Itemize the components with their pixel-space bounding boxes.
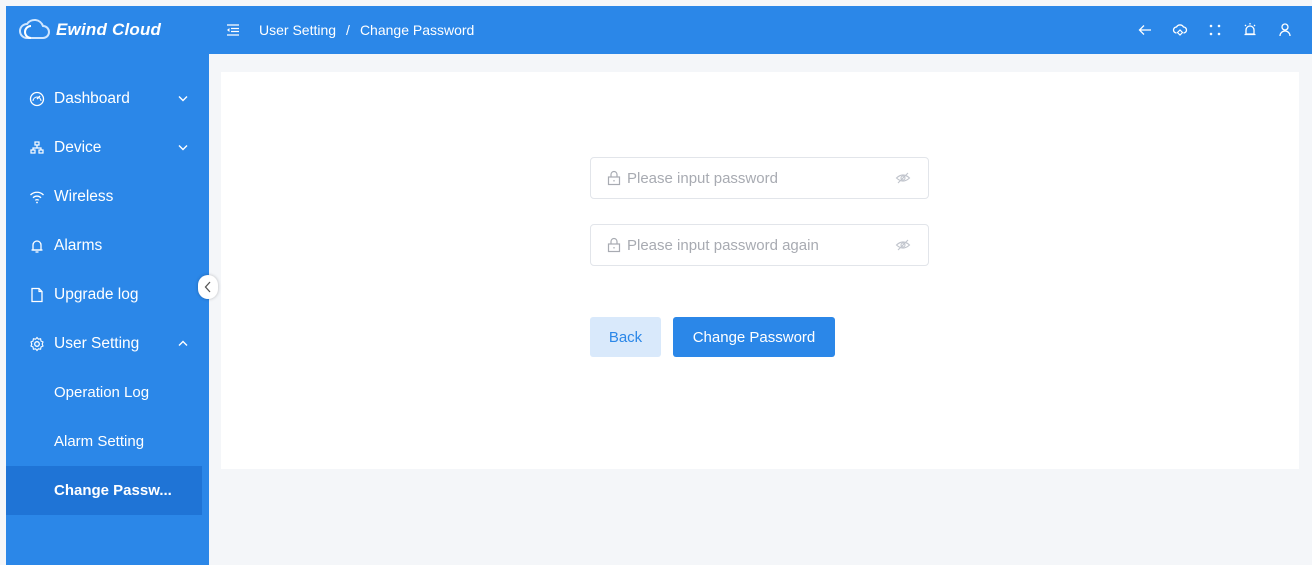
eye-hidden-icon[interactable] [895, 237, 911, 253]
password-again-input[interactable] [627, 236, 895, 254]
sidebar-item-upgrade-log[interactable]: Upgrade log [6, 270, 209, 319]
sidebar-item-label: Dashboard [54, 89, 130, 107]
chevron-down-icon [178, 142, 188, 153]
sidebar-item-device[interactable]: Device [6, 123, 209, 172]
back-arrow-icon[interactable] [1136, 21, 1154, 39]
password-input[interactable] [627, 169, 895, 187]
sidebar-item-wireless[interactable]: Wireless [6, 172, 209, 221]
sidebar-collapse-button[interactable] [198, 275, 218, 299]
chevron-down-icon [178, 93, 188, 104]
sidebar: Ewind Cloud Dashboard Device Wireless Al… [6, 6, 209, 565]
sidebar-item-label: User Setting [54, 334, 140, 352]
breadcrumb: User Setting / Change Password [259, 22, 474, 38]
password-again-field [590, 224, 929, 266]
sidebar-subitem-operation-log[interactable]: Operation Log [6, 368, 209, 417]
password-field [590, 157, 929, 199]
fullscreen-icon[interactable] [1206, 21, 1224, 39]
change-password-button[interactable]: Change Password [673, 317, 835, 357]
sidebar-subitem-label: Alarm Setting [54, 433, 145, 450]
sidebar-item-label: Alarms [54, 236, 103, 254]
top-header: User Setting / Change Password [209, 6, 1312, 54]
sidebar-subitem-label: Operation Log [54, 384, 150, 401]
app-name: Ewind Cloud [56, 20, 162, 39]
user-icon[interactable] [1276, 21, 1294, 39]
sidebar-item-label: Upgrade log [54, 285, 139, 303]
sidebar-item-user-setting[interactable]: User Setting [6, 319, 209, 368]
sidebar-subitem-alarm-setting[interactable]: Alarm Setting [6, 417, 209, 466]
dashboard-icon [28, 90, 46, 108]
sidebar-item-label: Wireless [54, 187, 114, 205]
header-actions [1136, 6, 1294, 54]
sidebar-item-label: Device [54, 138, 102, 156]
sidebar-subitem-change-password[interactable]: Change Passw... [6, 466, 202, 515]
document-icon [28, 286, 46, 304]
lock-icon [606, 237, 622, 253]
eye-hidden-icon[interactable] [895, 170, 911, 186]
sidebar-item-dashboard[interactable]: Dashboard [6, 74, 209, 123]
breadcrumb-item-change-password: Change Password [359, 22, 475, 38]
breadcrumb-separator: / [346, 22, 350, 38]
chevron-up-icon [178, 338, 188, 349]
logo[interactable]: Ewind Cloud [6, 6, 209, 54]
bell-icon [28, 237, 46, 255]
cloud-icon[interactable] [1171, 21, 1189, 39]
alarm-icon[interactable] [1241, 21, 1259, 39]
gear-icon [28, 335, 46, 353]
back-button[interactable]: Back [590, 317, 661, 357]
chevron-left-icon [204, 281, 211, 293]
wifi-icon [28, 188, 46, 206]
change-password-card: Back Change Password [221, 72, 1299, 469]
device-icon [28, 139, 46, 157]
menu-fold-icon[interactable] [225, 22, 241, 38]
sidebar-item-alarms[interactable]: Alarms [6, 221, 209, 270]
cloud-logo-icon [18, 18, 50, 42]
lock-icon [606, 170, 622, 186]
sidebar-subitem-label: Change Passw... [54, 482, 172, 499]
sidebar-nav: Dashboard Device Wireless Alarms Upgrade… [6, 74, 209, 515]
breadcrumb-item-user-setting[interactable]: User Setting [259, 22, 336, 38]
